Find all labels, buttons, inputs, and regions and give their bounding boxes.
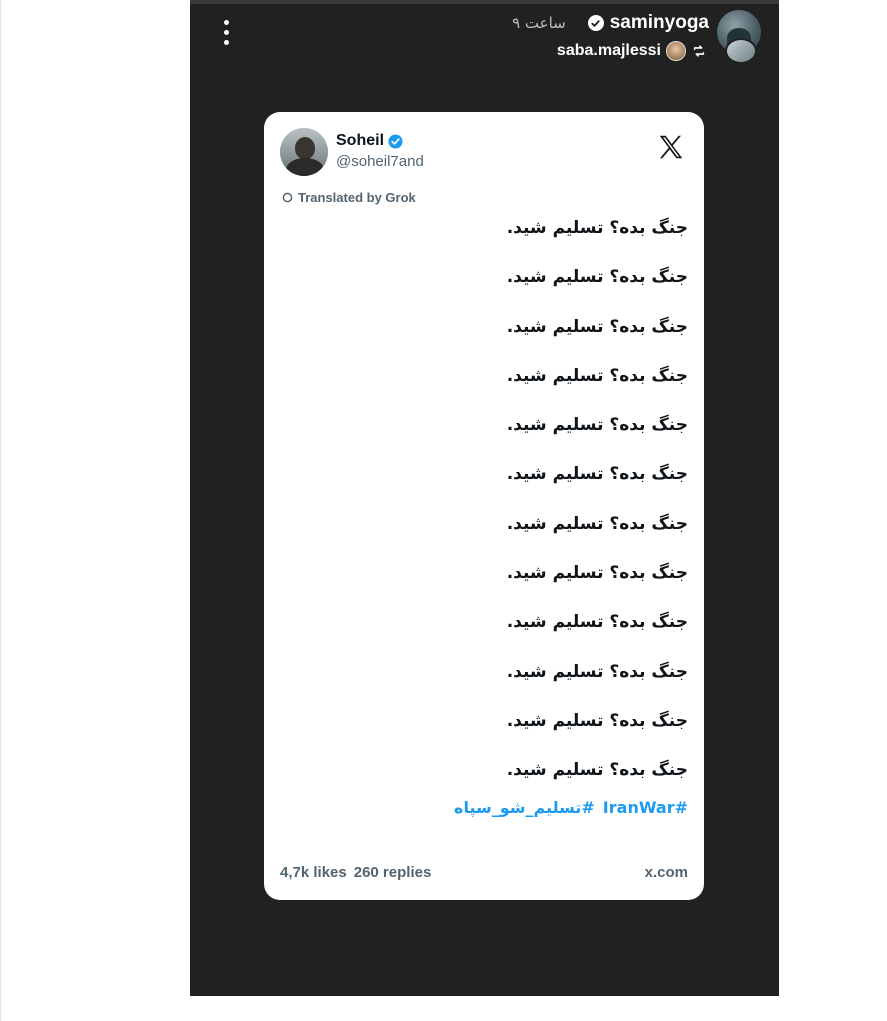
tweet-line: جنگ بده؟ تسلیم شید. bbox=[506, 661, 688, 682]
grok-icon bbox=[282, 192, 293, 203]
story-timestamp: ۹ ساعت bbox=[512, 14, 566, 32]
x-logo-icon bbox=[656, 132, 686, 162]
tweet-line: جنگ بده؟ تسلیم شید. bbox=[506, 710, 688, 731]
tweet-author-handle[interactable]: @soheil7and bbox=[336, 153, 424, 170]
verified-badge-icon bbox=[587, 15, 604, 31]
verified-check-icon bbox=[388, 133, 403, 149]
more-options-icon[interactable] bbox=[220, 20, 232, 48]
repost-row: saba.majlessi bbox=[557, 40, 707, 62]
likes-count[interactable]: 4,7k likes bbox=[280, 864, 347, 881]
tweet-line: جنگ بده؟ تسلیم شید. bbox=[506, 513, 688, 534]
tweet-body: جنگ بده؟ تسلیم شید. جنگ بده؟ تسلیم شید. … bbox=[288, 204, 688, 796]
screenshot-page: saminyoga ۹ ساعت saba.majlessi Soheil @s… bbox=[0, 0, 887, 1021]
translation-label: Translated by Grok bbox=[298, 190, 416, 205]
hashtag-link[interactable]: #IranWar bbox=[603, 798, 688, 817]
replies-count[interactable]: 260 replies bbox=[354, 864, 432, 881]
repost-icon bbox=[691, 43, 707, 59]
tweet-line: جنگ بده؟ تسلیم شید. bbox=[506, 316, 688, 337]
repost-author-avatar[interactable] bbox=[725, 38, 757, 64]
reposter-avatar[interactable] bbox=[666, 41, 686, 61]
story-header: saminyoga ۹ ساعت saba.majlessi bbox=[461, 10, 761, 64]
tweet-hashtags: #IranWar #تسلیم_شو_سپاه bbox=[446, 798, 688, 817]
page-edge-divider bbox=[0, 0, 1, 1021]
tweet-author-name[interactable]: Soheil bbox=[336, 132, 384, 150]
story-progress-bar bbox=[190, 0, 779, 4]
tweet-line: جنگ بده؟ تسلیم شید. bbox=[506, 415, 688, 436]
tweet-line: جنگ بده؟ تسلیم شید. bbox=[506, 612, 688, 633]
tweet-line: جنگ بده؟ تسلیم شید. bbox=[506, 218, 688, 238]
story-username[interactable]: saminyoga bbox=[610, 12, 709, 34]
tweet-card[interactable]: Soheil @soheil7and Translated by Grok جن… bbox=[264, 112, 704, 900]
tweet-line: جنگ بده؟ تسلیم شید. bbox=[506, 267, 688, 288]
tweet-line: جنگ بده؟ تسلیم شید. bbox=[506, 365, 688, 386]
tweet-author-row: Soheil bbox=[336, 132, 403, 150]
tweet-author-avatar[interactable] bbox=[280, 128, 328, 176]
story-username-row: saminyoga ۹ ساعت bbox=[512, 10, 709, 36]
tweet-line: جنگ بده؟ تسلیم شید. bbox=[506, 760, 688, 781]
tweet-line: جنگ بده؟ تسلیم شید. bbox=[506, 464, 688, 485]
hashtag-link[interactable]: #تسلیم_شو_سپاه bbox=[454, 798, 595, 817]
tweet-line: جنگ بده؟ تسلیم شید. bbox=[506, 563, 688, 584]
reposter-username[interactable]: saba.majlessi bbox=[557, 42, 661, 60]
translation-notice: Translated by Grok bbox=[282, 190, 416, 205]
source-link[interactable]: x.com bbox=[645, 864, 688, 881]
tweet-stats: 4,7k likes 260 replies bbox=[280, 864, 431, 881]
